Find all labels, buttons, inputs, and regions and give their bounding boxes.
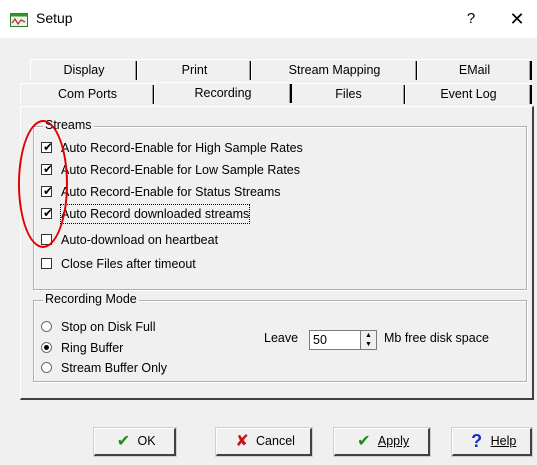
free-space-spinner[interactable]: ▲ ▼ xyxy=(361,330,377,350)
ok-button[interactable]: ✔ OK xyxy=(94,428,176,456)
streams-group-label: Streams xyxy=(43,118,94,132)
help-label: Help xyxy=(490,434,517,448)
checkbox-box[interactable]: ✔ xyxy=(41,140,53,154)
tab-label: Event Log xyxy=(440,87,497,101)
checkmark-icon: ✔ xyxy=(357,433,371,450)
checkmark-icon: ✔ xyxy=(116,433,131,450)
checkbox-label: Auto-download on heartbeat xyxy=(61,233,219,247)
setup-app-icon xyxy=(10,13,28,27)
tab-label: Display xyxy=(63,63,105,77)
radio-label: Ring Buffer xyxy=(61,341,124,355)
tab-label: Com Ports xyxy=(57,87,118,101)
ok-label: OK xyxy=(137,434,156,448)
free-space-suffix: Mb free disk space xyxy=(384,331,489,345)
checkbox-box[interactable]: ✔ xyxy=(41,206,53,220)
tab-label: Print xyxy=(181,63,208,77)
radio-label: Stop on Disk Full xyxy=(61,320,156,334)
spin-down-icon[interactable]: ▼ xyxy=(361,340,376,349)
checkbox-label: Auto Record-Enable for High Sample Rates xyxy=(61,141,303,155)
tab-display[interactable]: Display xyxy=(30,59,138,80)
apply-label: Apply xyxy=(377,434,410,448)
window-title: Setup xyxy=(36,10,73,26)
checkbox-label: Auto Record-Enable for Low Sample Rates xyxy=(61,163,301,177)
radio-button[interactable] xyxy=(41,342,52,353)
checkbox-box[interactable]: ✔ xyxy=(41,162,53,176)
apply-button[interactable]: ✔ Apply xyxy=(334,428,430,456)
checkbox-label: Auto Record-Enable for Status Streams xyxy=(61,185,281,199)
tab-print[interactable]: Print xyxy=(137,59,252,80)
tab-label: Files xyxy=(335,87,362,101)
checkbox-box[interactable] xyxy=(41,234,52,245)
tab-label: Stream Mapping xyxy=(288,63,381,77)
radio-button[interactable] xyxy=(41,362,52,373)
tab-label: Recording xyxy=(194,86,252,100)
radio-button[interactable] xyxy=(41,321,52,332)
free-space-input[interactable]: 50 xyxy=(309,330,361,350)
spin-up-icon[interactable]: ▲ xyxy=(361,331,376,340)
tab-recording[interactable]: Recording xyxy=(154,82,292,106)
checkbox-label: Auto Record downloaded streams xyxy=(59,204,251,224)
leave-label: Leave xyxy=(264,331,299,345)
radio-label: Stream Buffer Only xyxy=(61,361,168,375)
cancel-label: Cancel xyxy=(256,434,295,448)
help-title-button[interactable]: ? xyxy=(456,6,486,32)
tab-label: EMail xyxy=(458,63,491,77)
checkbox-box[interactable]: ✔ xyxy=(41,184,53,198)
tab-files[interactable]: Files xyxy=(291,83,406,104)
title-bar: Setup ? ✕ xyxy=(0,0,537,38)
close-button[interactable]: ✕ xyxy=(500,6,534,32)
checkbox-label: Close Files after timeout xyxy=(61,257,196,271)
cancel-button[interactable]: ✘ Cancel xyxy=(216,428,312,456)
tab-stream-mapping[interactable]: Stream Mapping xyxy=(251,59,418,80)
recording-mode-group-label: Recording Mode xyxy=(43,292,139,306)
checkbox-box[interactable] xyxy=(41,258,52,269)
question-icon: ? xyxy=(471,431,483,451)
tab-event-log[interactable]: Event Log xyxy=(405,83,532,104)
cancel-x-icon: ✘ xyxy=(235,433,249,450)
help-button[interactable]: ? Help xyxy=(452,428,532,456)
tab-email[interactable]: EMail xyxy=(417,59,532,80)
tab-com-ports[interactable]: Com Ports xyxy=(20,83,155,104)
